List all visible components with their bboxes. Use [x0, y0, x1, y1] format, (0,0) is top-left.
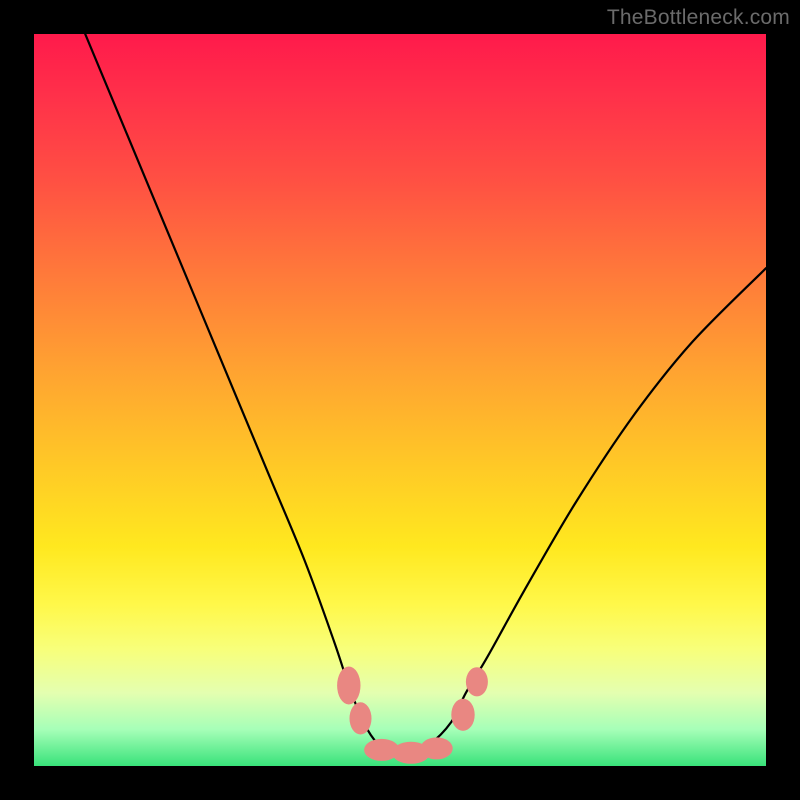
watermark-label: TheBottleneck.com [607, 6, 790, 30]
chart-frame: TheBottleneck.com [0, 0, 800, 800]
bottleneck-curve [85, 34, 766, 752]
curve-marker [337, 667, 360, 705]
curve-marker [350, 702, 372, 734]
curve-markers [337, 667, 488, 764]
plot-area [34, 34, 766, 766]
curve-layer [34, 34, 766, 766]
curve-marker [451, 699, 474, 731]
curve-marker [466, 667, 488, 696]
curve-marker [421, 737, 453, 759]
